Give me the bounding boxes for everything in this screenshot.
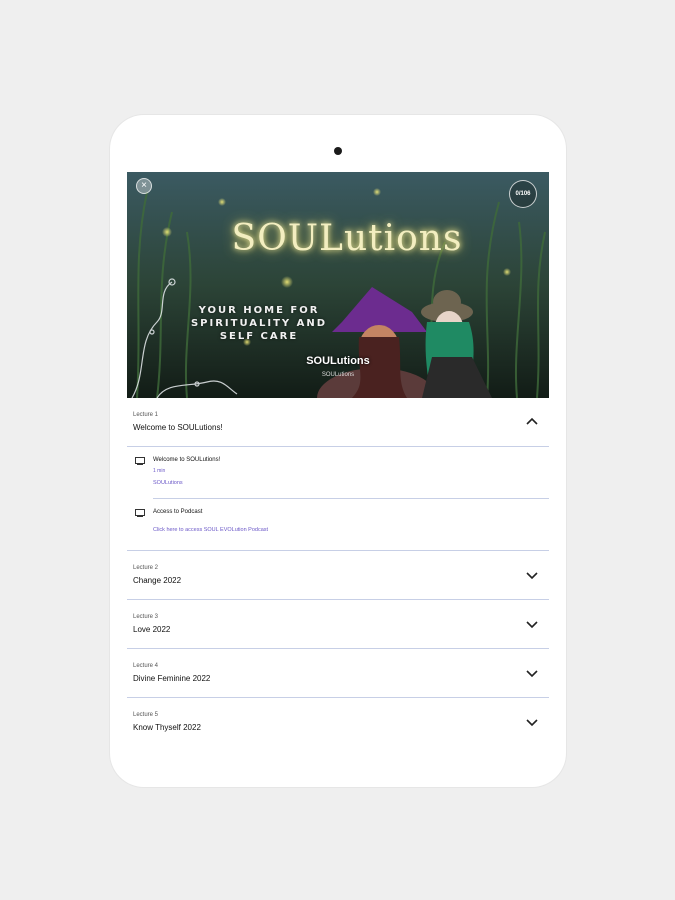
lecture-number: Lecture 4 — [133, 663, 159, 669]
lesson-duration: 1 min — [153, 468, 166, 474]
course-hero-banner: × 0/106 SOULutions YOUR HOME FOR SPIRITU… — [127, 172, 549, 398]
lesson-item[interactable]: Welcome to SOULutions! 1 min SOULutions — [135, 447, 549, 499]
progress-badge: 0/106 — [509, 180, 537, 208]
course-title: SOULutions — [306, 355, 370, 367]
chevron-up-icon[interactable] — [525, 415, 539, 429]
lecture-title: Change 2022 — [133, 576, 182, 585]
lecture-section-collapsed[interactable]: Lecture 3 Love 2022 — [127, 600, 549, 649]
lesson-title: Welcome to SOULutions! — [153, 457, 221, 463]
podcast-link[interactable]: Click here to access SOUL EVOLution Podc… — [153, 527, 268, 533]
lecture-title: Know Thyself 2022 — [133, 723, 201, 732]
hero-tagline: YOUR HOME FOR SPIRITUALITY AND SELF CARE — [179, 304, 339, 343]
hero-script-title: SOULutions — [231, 218, 463, 259]
lecture-number: Lecture 3 — [133, 614, 159, 620]
lecture-number: Lecture 5 — [133, 712, 159, 718]
lecture-section: Lecture 1 Welcome to SOULutions! Welcome… — [127, 398, 549, 551]
lecture-title: Love 2022 — [133, 625, 171, 634]
lecture-number: Lecture 1 — [133, 412, 159, 418]
close-button[interactable]: × — [136, 178, 152, 194]
lecture-number: Lecture 2 — [133, 565, 159, 571]
course-subtitle: SOULutions — [321, 372, 355, 378]
lecture-section-collapsed[interactable]: Lecture 5 Know Thyself 2022 — [127, 698, 549, 746]
lecture-title: Divine Feminine 2022 — [133, 674, 211, 683]
lecture-header[interactable]: Lecture 1 Welcome to SOULutions! — [127, 398, 549, 447]
lecture-section-collapsed[interactable]: Lecture 4 Divine Feminine 2022 — [127, 649, 549, 698]
lecture-title: Welcome to SOULutions! — [133, 423, 223, 432]
tagline-line: SELF CARE — [219, 331, 299, 342]
video-icon — [135, 509, 145, 517]
lesson-link[interactable]: SOULutions — [153, 480, 183, 486]
chevron-down-icon[interactable] — [525, 715, 539, 729]
chevron-down-icon[interactable] — [525, 568, 539, 582]
tagline-line: YOUR HOME FOR — [198, 305, 320, 316]
lesson-title: Access to Podcast — [153, 509, 203, 515]
chevron-down-icon[interactable] — [525, 666, 539, 680]
lecture-section-collapsed[interactable]: Lecture 2 Change 2022 — [127, 551, 549, 600]
tablet-frame: × 0/106 SOULutions YOUR HOME FOR SPIRITU… — [110, 115, 566, 787]
app-screen: × 0/106 SOULutions YOUR HOME FOR SPIRITU… — [127, 172, 549, 762]
video-icon — [135, 457, 145, 465]
camera-dot — [334, 147, 342, 155]
lesson-item[interactable]: Access to Podcast Click here to access S… — [135, 499, 549, 550]
close-icon: × — [141, 180, 147, 191]
chevron-down-icon[interactable] — [525, 617, 539, 631]
tagline-line: SPIRITUALITY AND — [190, 318, 328, 329]
